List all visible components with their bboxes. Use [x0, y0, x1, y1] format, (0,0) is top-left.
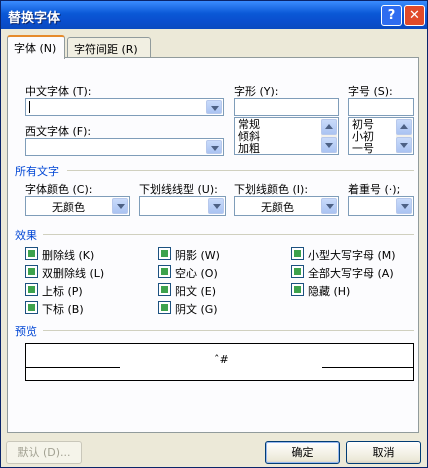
checkbox-label: 小型大写字母 (M)	[308, 249, 396, 262]
checkbox-label: 上标 (P)	[42, 285, 83, 298]
checkbox-label: 阳文 (E)	[175, 285, 217, 298]
preview-sample-text: ˆ#	[214, 353, 229, 366]
section-divider	[67, 170, 414, 171]
checkbox-box[interactable]	[291, 247, 304, 260]
checkbox-label: 删除线 (K)	[42, 249, 95, 262]
emphasis-mark-label: 着重号 (·);	[348, 183, 401, 196]
western-font-label: 西文字体 (F):	[25, 125, 92, 138]
preview-baseline	[26, 367, 120, 368]
preview-baseline	[322, 367, 414, 368]
cancel-button[interactable]: 取消	[346, 441, 421, 464]
close-button[interactable]: ✕	[404, 5, 425, 26]
text-cursor	[29, 101, 30, 113]
checkbox-box[interactable]	[158, 265, 171, 278]
checkbox-label: 阴文 (G)	[175, 303, 218, 316]
font-color-combo[interactable]: 无颜色	[25, 196, 130, 216]
checkbox-label: 全部大写字母 (A)	[308, 267, 394, 280]
font-style-input[interactable]	[234, 98, 339, 116]
effects-section-title: 效果	[15, 229, 37, 242]
checkbox-label: 阴影 (W)	[175, 249, 220, 262]
chevron-down-icon[interactable]	[396, 198, 412, 214]
chevron-down-icon[interactable]	[206, 100, 222, 114]
font-style-list[interactable]: 常规 倾斜 加粗	[234, 117, 339, 155]
checkbox-label: 下标 (B)	[42, 303, 84, 316]
western-font-combo[interactable]	[25, 138, 224, 156]
section-divider	[43, 330, 414, 331]
window-title: 替换字体	[8, 11, 61, 26]
chevron-down-icon[interactable]	[208, 198, 224, 214]
checkbox-box[interactable]	[158, 301, 171, 314]
checkbox-label: 双删除线 (L)	[42, 267, 105, 280]
checkbox-box[interactable]	[291, 265, 304, 278]
emphasis-mark-combo[interactable]	[348, 196, 414, 216]
checkbox-box[interactable]	[25, 247, 38, 260]
scroll-up-icon[interactable]	[321, 119, 337, 135]
section-divider	[43, 234, 414, 235]
checkbox-box[interactable]	[25, 283, 38, 296]
tab-font[interactable]: 字体 (N)	[7, 35, 65, 59]
ok-button[interactable]: 确定	[265, 441, 340, 464]
underline-color-label: 下划线颜色 (I):	[234, 183, 309, 196]
checkbox-label: 隐藏 (H)	[308, 285, 351, 298]
chevron-down-icon[interactable]	[206, 140, 222, 154]
preview-section-title: 预览	[15, 325, 37, 338]
underline-type-label: 下划线线型 (U):	[139, 183, 218, 196]
font-size-option[interactable]: 一号	[352, 143, 374, 155]
underline-color-value: 无颜色	[261, 201, 294, 214]
font-style-option[interactable]: 加粗	[238, 143, 260, 155]
font-size-input[interactable]	[348, 98, 414, 116]
preview-box: ˆ#	[25, 343, 414, 381]
font-color-value: 无颜色	[52, 201, 85, 214]
help-button[interactable]: ?	[381, 5, 402, 26]
scroll-up-icon[interactable]	[396, 119, 412, 135]
default-button[interactable]: 默认 (D)...	[6, 441, 82, 464]
chevron-down-icon[interactable]	[321, 198, 337, 214]
checkbox-box[interactable]	[291, 283, 304, 296]
font-size-list[interactable]: 初号 小初 一号	[348, 117, 414, 155]
underline-color-combo[interactable]: 无颜色	[234, 196, 339, 216]
checkbox-box[interactable]	[25, 301, 38, 314]
all-text-section-title: 所有文字	[15, 165, 59, 178]
font-size-scrollbar[interactable]	[396, 119, 412, 153]
font-style-label: 字形 (Y):	[234, 85, 279, 98]
title-bar: 替换字体 ? ✕	[1, 1, 427, 29]
replace-font-dialog: 替换字体 ? ✕ 字体 (N) 字符间距 (R) 中文字体 (T): 西文字体 …	[0, 0, 428, 468]
checkbox-box[interactable]	[25, 265, 38, 278]
chevron-down-icon[interactable]	[112, 198, 128, 214]
font-color-label: 字体颜色 (C):	[25, 183, 93, 196]
checkbox-box[interactable]	[158, 283, 171, 296]
checkbox-label: 空心 (O)	[175, 267, 218, 280]
scroll-down-icon[interactable]	[321, 137, 337, 153]
tab-character-spacing[interactable]: 字符间距 (R)	[67, 37, 151, 57]
chinese-font-combo[interactable]	[25, 98, 224, 116]
scroll-down-icon[interactable]	[396, 137, 412, 153]
font-size-label: 字号 (S):	[348, 85, 393, 98]
font-style-scrollbar[interactable]	[321, 119, 337, 153]
checkbox-box[interactable]	[158, 247, 171, 260]
underline-type-combo[interactable]	[139, 196, 226, 216]
chinese-font-label: 中文字体 (T):	[25, 85, 92, 98]
